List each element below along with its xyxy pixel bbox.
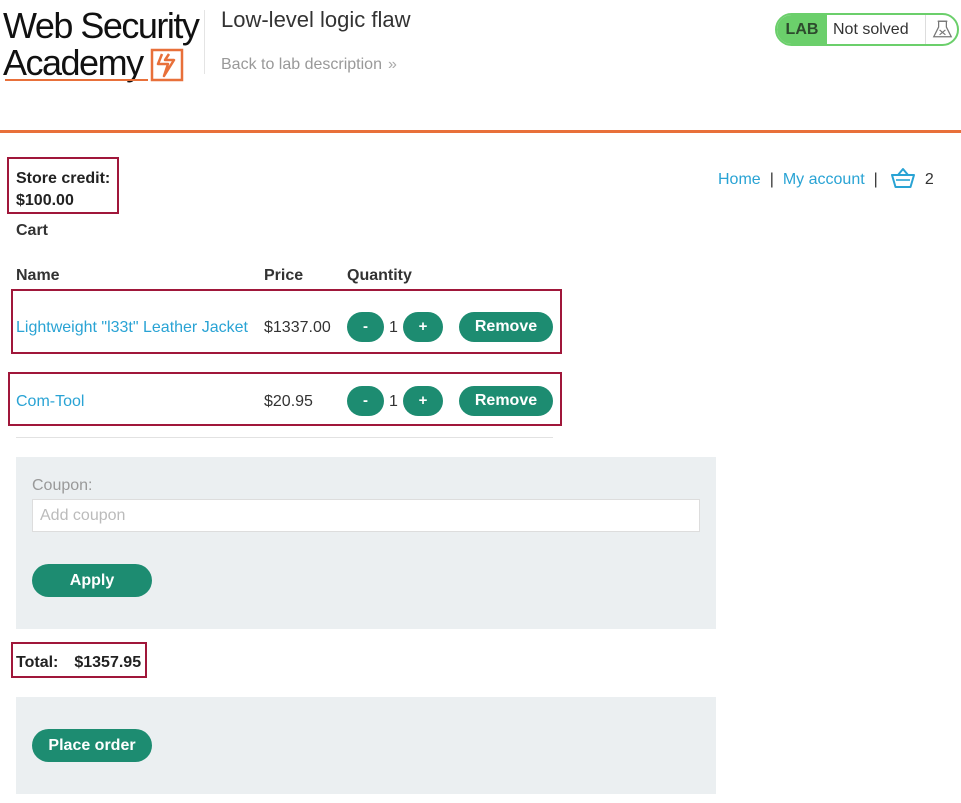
column-header-price: Price xyxy=(264,267,304,284)
basket-icon[interactable] xyxy=(890,167,915,189)
back-link-label: Back to lab description xyxy=(221,56,382,73)
cart-divider xyxy=(16,437,553,438)
lab-status-text: Not solved xyxy=(833,21,909,38)
store-credit-label: Store credit: xyxy=(16,170,111,187)
product-link[interactable]: Lightweight "l33t" Leather Jacket xyxy=(16,319,248,337)
store-credit: Store credit: $100.00 xyxy=(16,168,110,212)
apply-coupon-button[interactable]: Apply xyxy=(32,564,152,597)
lightning-bolt-icon xyxy=(150,48,184,82)
increase-quantity-button[interactable]: + xyxy=(403,386,443,416)
total-value: $1357.95 xyxy=(74,654,142,671)
logo-text-line1: Web Security xyxy=(3,5,200,46)
total-label: Total: xyxy=(16,654,59,671)
coupon-input[interactable] xyxy=(32,499,700,532)
product-price: $1337.00 xyxy=(264,319,331,336)
order-total: Total: $1357.95 xyxy=(16,654,141,672)
remove-item-button[interactable]: Remove xyxy=(459,312,553,342)
lab-label: LAB xyxy=(777,15,827,44)
flask-icon xyxy=(925,15,953,44)
quantity-value: 1 xyxy=(389,319,398,336)
home-link[interactable]: Home xyxy=(718,171,761,188)
logo-text-line2: Academy xyxy=(3,42,144,83)
decrease-quantity-button[interactable]: - xyxy=(347,386,384,416)
column-header-name: Name xyxy=(16,267,60,284)
store-credit-value: $100.00 xyxy=(16,192,74,209)
coupon-label: Coupon: xyxy=(32,477,93,494)
nav-separator: | xyxy=(769,171,774,188)
header-divider xyxy=(204,10,205,74)
cart-count: 2 xyxy=(924,171,934,188)
quantity-value: 1 xyxy=(389,393,398,410)
web-security-academy-logo[interactable]: Web Security Academy xyxy=(3,8,203,88)
back-to-lab-description-link[interactable]: Back to lab description » xyxy=(221,56,397,74)
nav-separator: | xyxy=(873,171,878,188)
remove-item-button[interactable]: Remove xyxy=(459,386,553,416)
product-price: $20.95 xyxy=(264,393,313,410)
lab-header: Web Security Academy Low-level logic fla… xyxy=(0,0,961,133)
coupon-panel xyxy=(16,457,716,629)
decrease-quantity-button[interactable]: - xyxy=(347,312,384,342)
column-header-quantity: Quantity xyxy=(347,267,412,284)
my-account-link[interactable]: My account xyxy=(783,171,865,188)
top-navigation: Home | My account | 2 xyxy=(718,167,934,189)
product-link[interactable]: Com-Tool xyxy=(16,393,84,411)
lab-status-badge: LAB Not solved xyxy=(775,13,959,46)
place-order-button[interactable]: Place order xyxy=(32,729,152,762)
double-chevron-right-icon: » xyxy=(387,56,397,73)
lab-title: Low-level logic flaw xyxy=(221,7,411,32)
cart-heading: Cart xyxy=(16,222,49,239)
logo-underline xyxy=(5,79,148,81)
increase-quantity-button[interactable]: + xyxy=(403,312,443,342)
